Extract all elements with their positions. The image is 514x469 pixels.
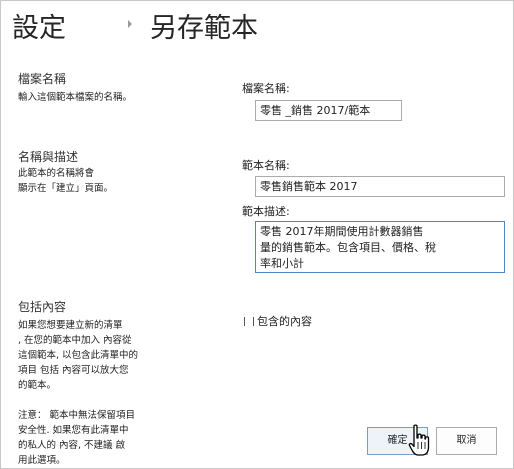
description-line: 的範本。 [18, 380, 57, 391]
section-description-file-name: 輸入這個範本檔案的名稱。 [18, 90, 132, 105]
section-heading-include-content: 包括內容 [18, 300, 67, 314]
file-name-input[interactable]: 零售 _銷售 2017/範本 [255, 100, 402, 121]
description-line: 此範本的名稱將會 [18, 168, 95, 179]
template-description-textarea[interactable]: 零售 2017年期間使用計數器銷售 量的銷售範本。包含項目、價格、稅 率和小計 [255, 221, 505, 273]
description-line: 輸入這個範本檔案的名稱。 [18, 92, 133, 103]
file-name-label: 檔案名稱: [242, 82, 290, 95]
description-line: 的私人的 內容, 不建議 啟 [18, 440, 126, 451]
description-line: 如果您想要建立新的清單 [18, 320, 123, 331]
description-line: 項目 包括 內容可以放大您 [18, 365, 129, 376]
description-line: 這個範本, 以包含此清單中的 [18, 350, 139, 361]
description-line: , 在您的範本中加入 內容從 [18, 335, 132, 346]
description-line [18, 393, 138, 408]
template-name-input[interactable]: 零售銷售範本 2017 [255, 176, 505, 197]
include-content-option[interactable]: 包含的內容 [244, 313, 312, 329]
template-name-label: 範本名稱: [242, 159, 290, 172]
textarea-line: 零售 2017年期間使用計數器銷售 [260, 225, 424, 238]
page-title: 另存範本 [150, 13, 258, 44]
include-content-checkbox[interactable] [244, 317, 254, 326]
breadcrumb-settings[interactable]: 設定 [12, 6, 66, 45]
section-description-include-content: 如果您想要建立新的清單 , 在您的範本中加入 內容從 這個範本, 以包含此清單中… [18, 318, 138, 468]
template-description-label: 範本描述: [242, 205, 290, 218]
description-line: 顯示在「建立」頁面。 [18, 183, 114, 194]
textarea-line: 率和小計 [260, 257, 304, 270]
textarea-line: 量的銷售範本。包含項目、價格、稅 [260, 241, 436, 254]
section-description-name-description: 此範本的名稱將會 顯示在「建立」頁面。 [18, 166, 113, 196]
description-line: 注意： 範本中無法保留項目 [18, 410, 136, 421]
description-line: 安全性. 如果您有此清單中 [18, 425, 129, 436]
section-heading-file-name: 檔案名稱 [18, 72, 67, 86]
include-content-label: 包含的內容 [257, 315, 312, 328]
chevron-right-icon [128, 20, 132, 28]
hand-pointer-icon [408, 424, 430, 456]
description-line: 用此選項。 [18, 455, 66, 466]
section-heading-name-description: 名稱與描述 [18, 150, 79, 164]
cancel-button[interactable]: 取消 [436, 427, 497, 455]
